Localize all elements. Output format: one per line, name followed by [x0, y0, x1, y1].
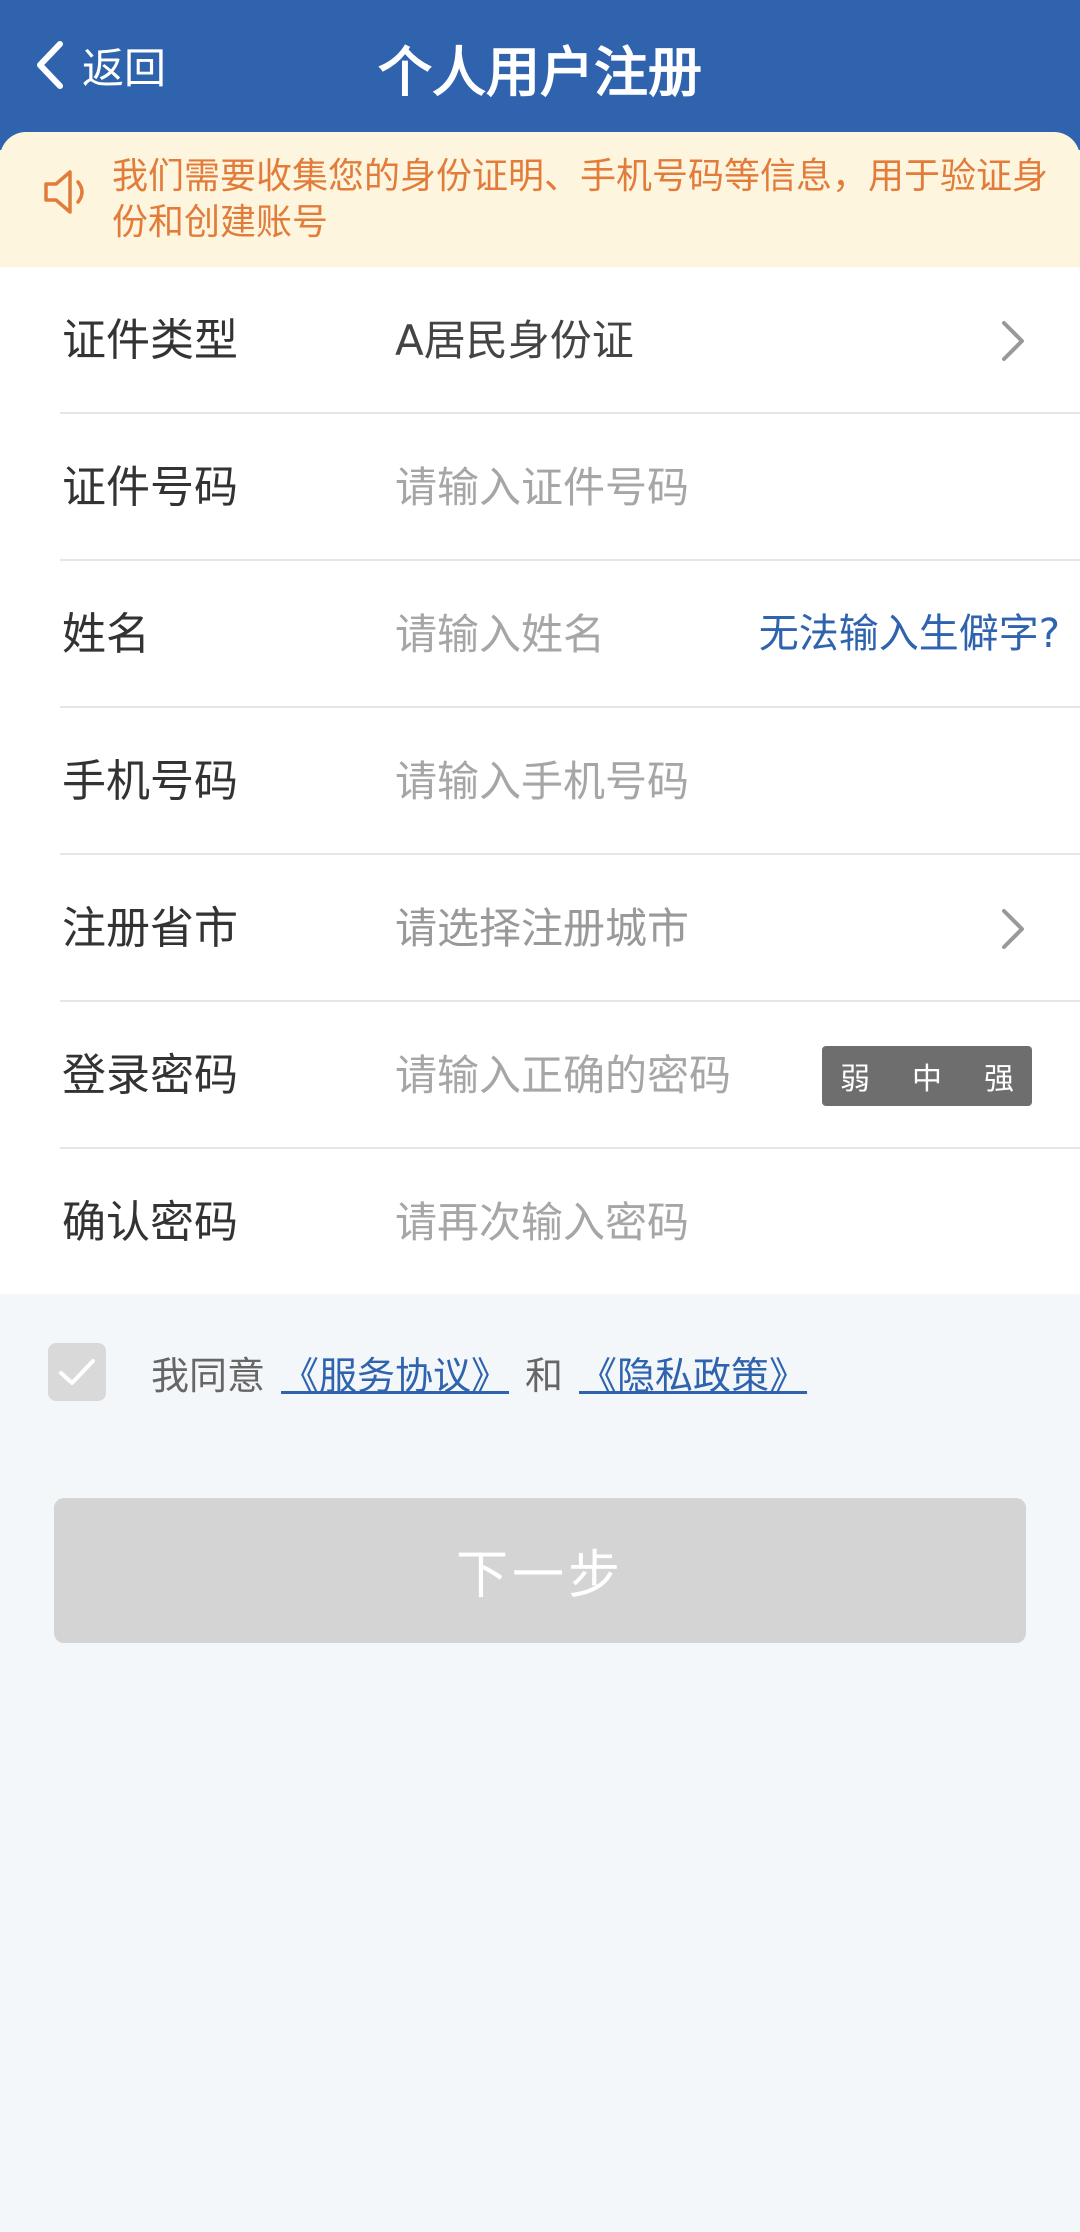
- page-title: 个人用户注册: [378, 41, 702, 104]
- confirm-password-label: 确认密码: [62, 1197, 238, 1248]
- region-select[interactable]: 请选择注册城市: [395, 855, 855, 1002]
- phone-input[interactable]: [395, 708, 855, 855]
- chevron-right-icon: [1002, 909, 1024, 949]
- confirm-password-input[interactable]: [395, 1149, 855, 1296]
- chevron-right-icon: [1002, 321, 1024, 361]
- rare-character-link[interactable]: 无法输入生僻字?: [759, 561, 1060, 708]
- speaker-icon: [44, 170, 84, 214]
- name-label: 姓名: [62, 609, 150, 660]
- strength-weak: 弱: [840, 1062, 870, 1097]
- strength-medium: 中: [912, 1062, 942, 1097]
- agree-and: 和: [525, 1353, 564, 1398]
- confirm-password-row: 确认密码: [0, 1149, 1080, 1296]
- id-type-value[interactable]: A居民身份证: [395, 267, 855, 414]
- app-header: 返回 个人用户注册: [0, 0, 1080, 150]
- notice-text: 我们需要收集您的身份证明、手机号码等信息，用于验证身份和创建账号: [112, 156, 1049, 243]
- id-type-label: 证件类型: [62, 315, 238, 366]
- id-number-input[interactable]: [395, 414, 855, 561]
- privacy-policy-link[interactable]: 《隐私政策》: [579, 1345, 807, 1400]
- phone-label: 手机号码: [62, 756, 238, 807]
- privacy-notice-banner: 我们需要收集您的身份证明、手机号码等信息，用于验证身份和创建账号: [0, 132, 1080, 267]
- agreement-row: 我同意 《服务协议》 和 《隐私政策》: [48, 1340, 823, 1404]
- check-icon: [59, 1359, 95, 1385]
- id-number-row: 证件号码: [0, 414, 1080, 561]
- phone-row: 手机号码: [0, 708, 1080, 855]
- region-label: 注册省市: [62, 903, 238, 954]
- registration-form: 证件类型 A居民身份证 证件号码 姓名 无法输入生僻字? 手机号码 注册省市 请…: [0, 267, 1080, 1296]
- password-label: 登录密码: [62, 1050, 238, 1101]
- next-step-button[interactable]: 下一步: [54, 1498, 1026, 1643]
- password-row: 登录密码 弱 中 强: [0, 1002, 1080, 1149]
- name-row: 姓名 无法输入生僻字?: [0, 561, 1080, 708]
- password-strength-meter: 弱 中 强: [822, 1046, 1032, 1106]
- region-row[interactable]: 注册省市 请选择注册城市: [0, 855, 1080, 1002]
- strength-strong: 强: [984, 1062, 1014, 1097]
- password-input[interactable]: [395, 1002, 805, 1149]
- service-agreement-link[interactable]: 《服务协议》: [281, 1345, 509, 1400]
- id-number-label: 证件号码: [62, 462, 238, 513]
- name-input[interactable]: [395, 561, 715, 708]
- agree-checkbox[interactable]: [48, 1343, 106, 1401]
- id-type-row[interactable]: 证件类型 A居民身份证: [0, 267, 1080, 414]
- agree-prefix: 我同意: [151, 1353, 266, 1398]
